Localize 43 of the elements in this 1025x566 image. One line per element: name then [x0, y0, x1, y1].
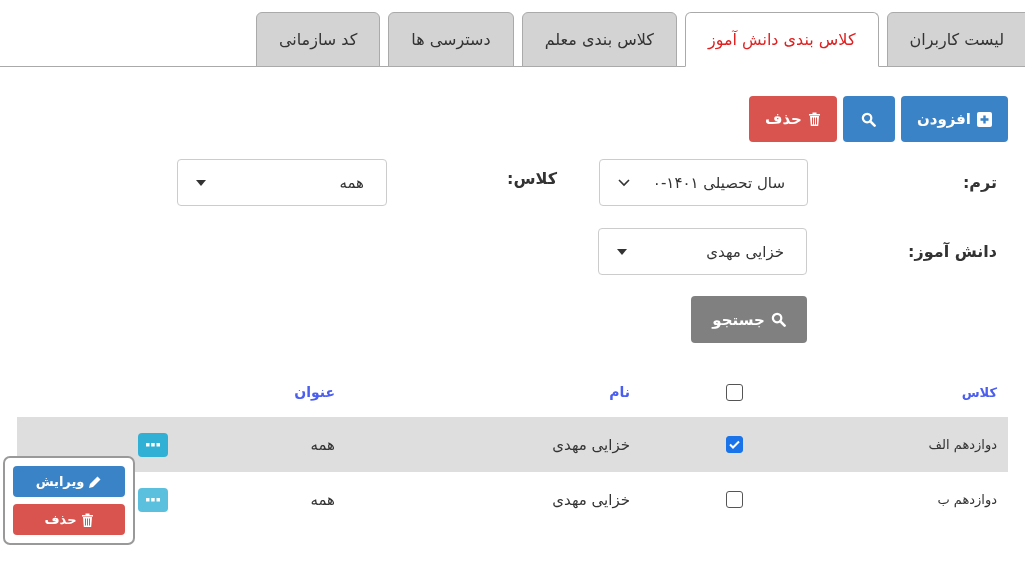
search-button[interactable] — [842, 96, 895, 142]
dots-icon — [146, 497, 160, 502]
table-cell-text: همه — [309, 435, 336, 454]
delete-button[interactable]: حذف — [13, 504, 125, 535]
tab[interactable]: کلاس بندی دانش آموز — [684, 12, 879, 67]
trash-icon — [80, 512, 94, 527]
table-row[interactable]: دوازدهم الف خزایی مهدی همه — [17, 417, 1008, 472]
search-button[interactable]: جستجو — [691, 296, 807, 343]
tab[interactable]: دسترسی ها — [388, 12, 514, 67]
row-checkbox[interactable] — [725, 491, 743, 508]
add-button[interactable]: افزودن — [900, 96, 1008, 142]
search-icon — [861, 111, 877, 127]
trash-icon — [807, 112, 821, 126]
table-cell-text: خزایی مهدی — [551, 490, 631, 509]
search-icon — [770, 312, 786, 327]
table-cell-text: دوازدهم الف — [927, 437, 998, 452]
caret-icon — [196, 179, 206, 186]
tab[interactable]: لیست کاربران — [886, 12, 1025, 67]
edit-button[interactable]: ویرایش — [13, 466, 125, 497]
column-header: نام — [608, 384, 631, 400]
term-select[interactable]: سال تحصیلی ۱۴۰۱-۰ — [599, 159, 808, 206]
caret-icon — [617, 248, 627, 255]
column-header: عنوان — [293, 384, 336, 400]
class-select[interactable]: همه — [177, 159, 387, 206]
table-cell-text: دوازدهم ب — [936, 492, 998, 507]
dots-icon — [146, 442, 160, 447]
field-label: ترم: — [961, 173, 998, 192]
tab[interactable]: کد سازمانی — [255, 12, 381, 67]
field-label: کلاس: — [506, 168, 558, 188]
pencil-icon — [88, 474, 103, 489]
plus-square-icon — [977, 111, 992, 127]
table-cell-text: همه — [309, 490, 336, 509]
tab[interactable]: کلاس بندی معلم — [521, 12, 677, 67]
student-select[interactable]: خزایی مهدی — [598, 228, 807, 275]
more-button[interactable] — [138, 432, 168, 457]
chevron-icon — [618, 178, 630, 187]
column-header: کلاس — [960, 384, 998, 400]
field-label: دانش آموز: — [907, 242, 998, 261]
table-cell-text: خزایی مهدی — [551, 435, 631, 454]
select-all-checkbox[interactable] — [725, 383, 743, 401]
check-icon — [728, 440, 740, 449]
row-checkbox[interactable] — [725, 436, 743, 453]
delete-button[interactable]: حذف — [748, 96, 837, 142]
